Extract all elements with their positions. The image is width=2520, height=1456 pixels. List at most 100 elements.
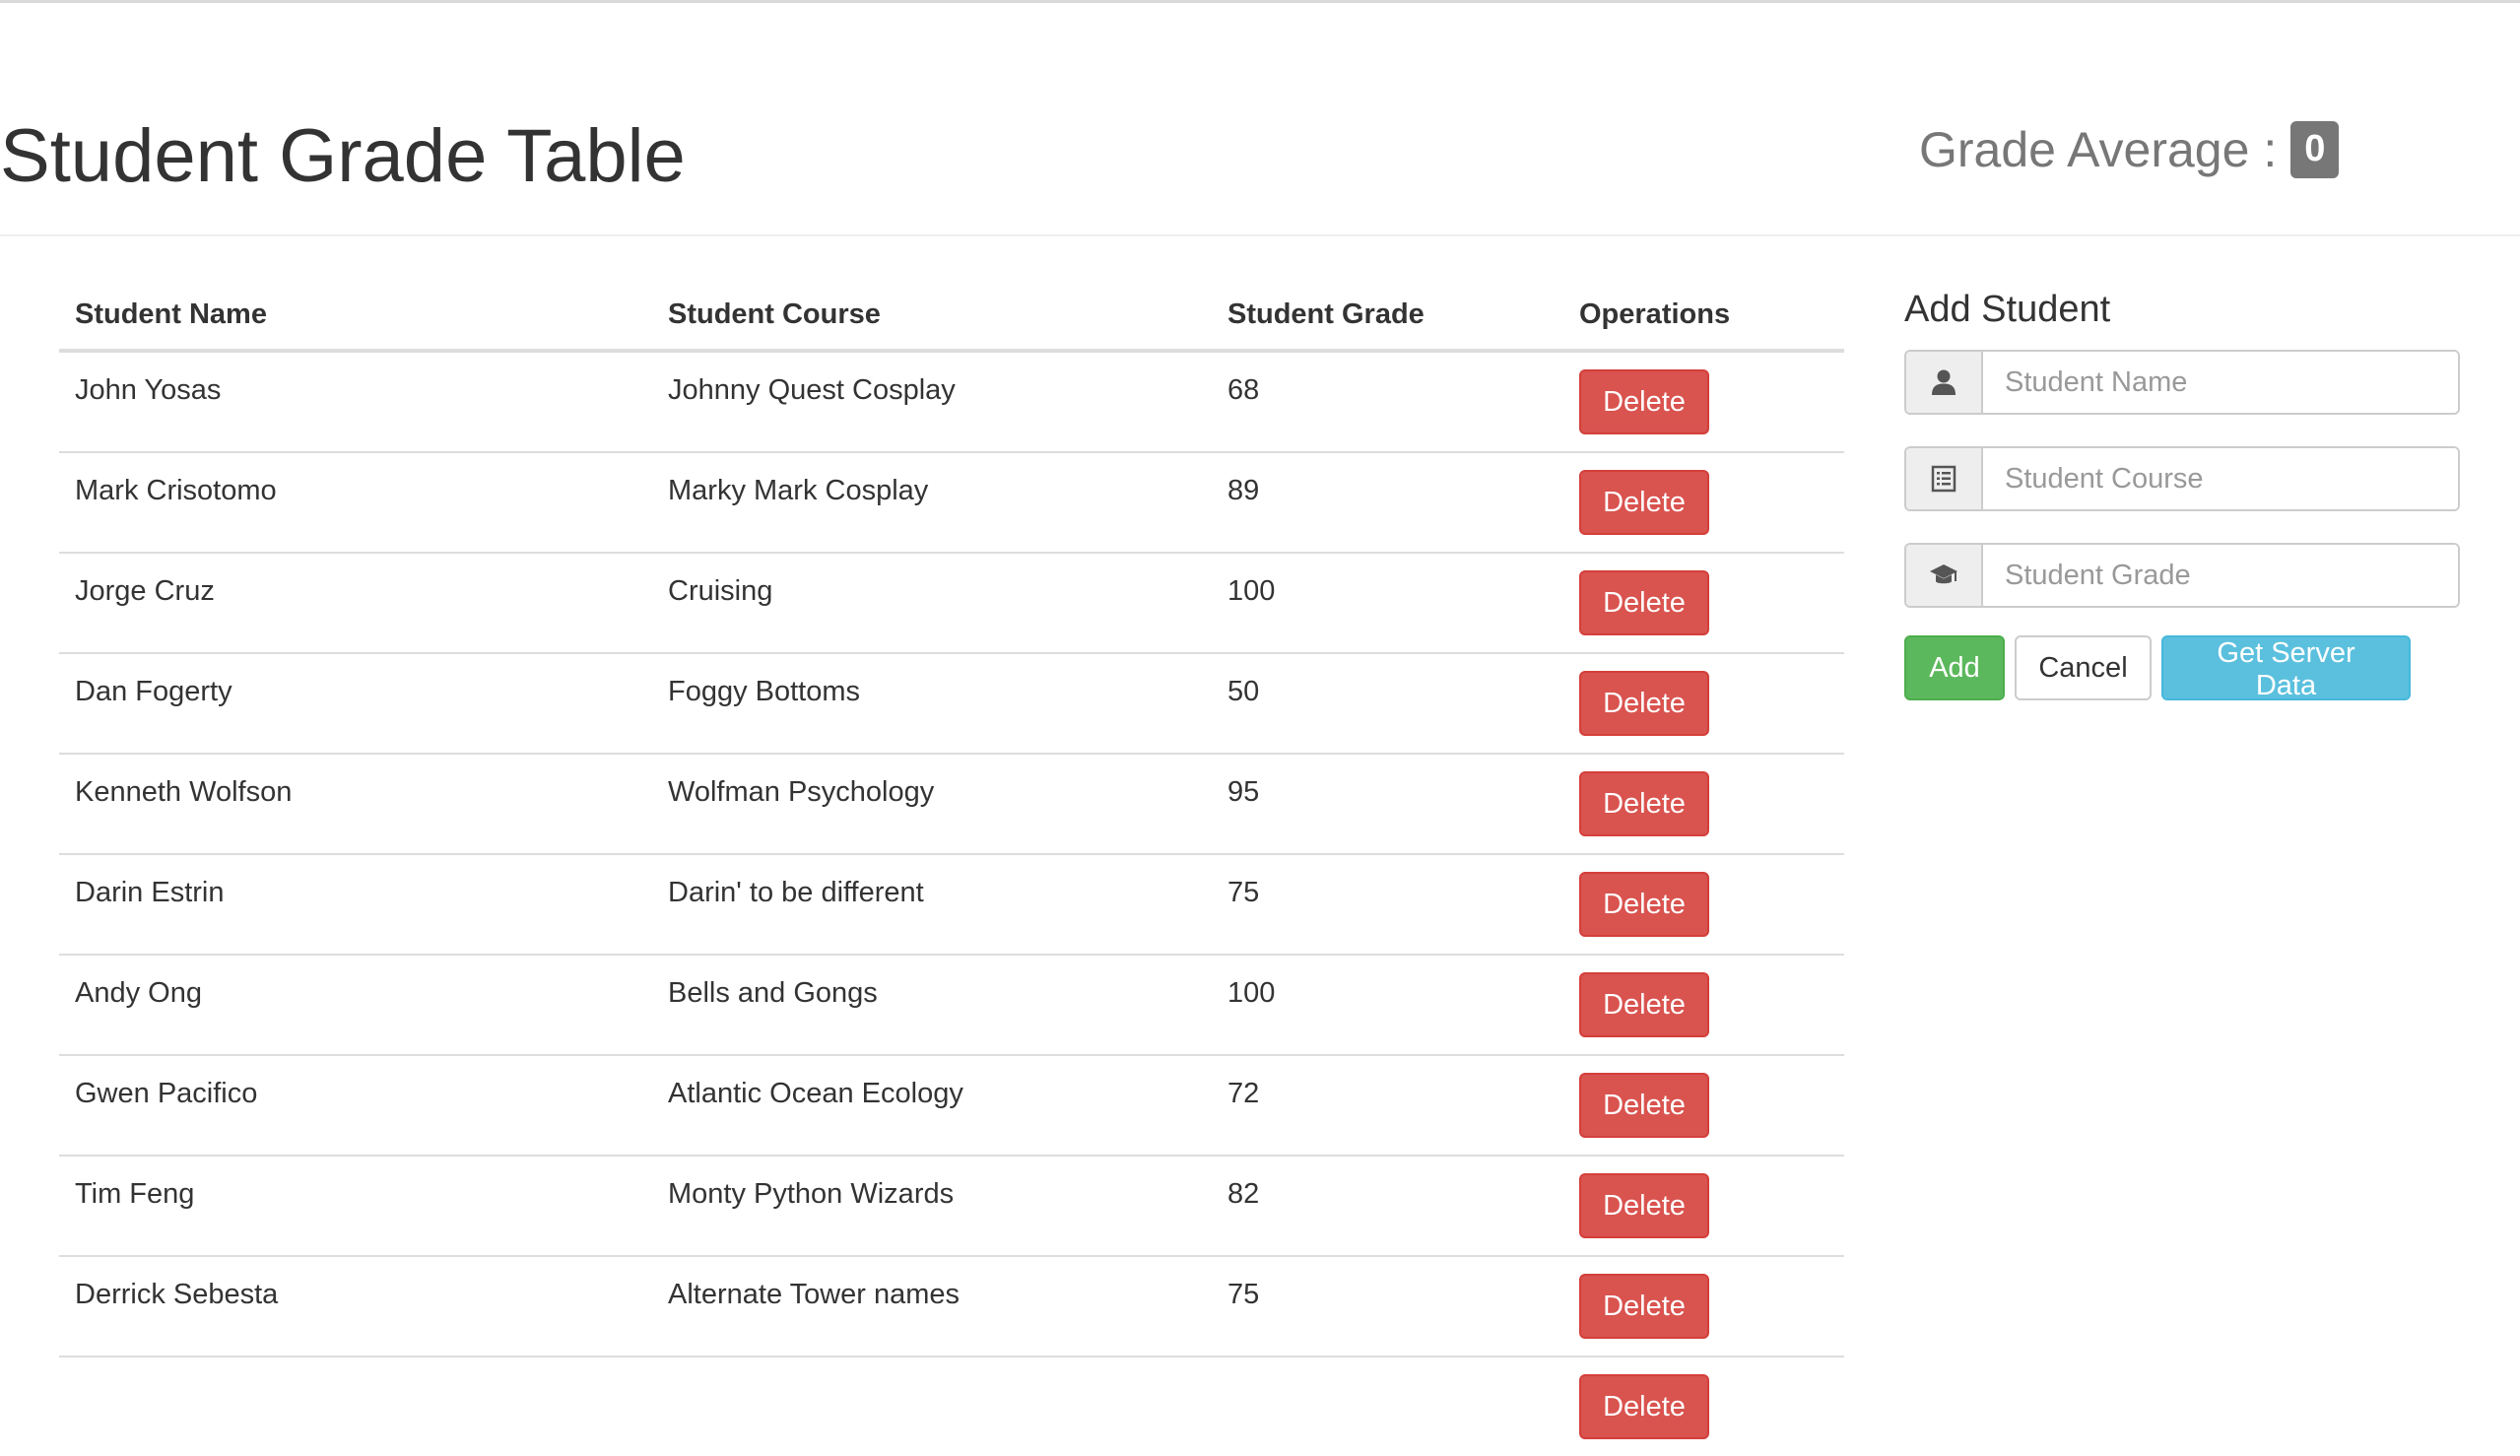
column-header-operations: Operations bbox=[1563, 286, 1844, 353]
table-row: Darin Estrin Darin' to be different 75 Dele… bbox=[59, 853, 1844, 955]
delete-button[interactable]: Delete bbox=[1579, 1374, 1709, 1439]
student-name-group bbox=[1904, 350, 2460, 415]
cell-grade: 50 bbox=[1212, 652, 1563, 754]
cell-name: Gwen Pacifico bbox=[59, 1054, 652, 1156]
student-name: Kenneth Wolfson bbox=[75, 776, 293, 808]
cell-operations: Delete bbox=[1563, 954, 1844, 1055]
student-name: Darin Estrin bbox=[75, 877, 225, 908]
cell-name: Andy Ong bbox=[59, 954, 652, 1055]
student-grade: 100 bbox=[1227, 977, 1276, 1009]
graduation-cap-icon bbox=[1906, 545, 1983, 606]
cell-course: Monty Python Wizards bbox=[652, 1155, 1212, 1256]
student-grade: 89 bbox=[1227, 475, 1260, 506]
column-header-grade: Student Grade bbox=[1212, 286, 1563, 353]
cell-course bbox=[652, 1356, 1212, 1456]
student-course: Johnny Quest Cosplay bbox=[668, 374, 956, 406]
student-grade: 72 bbox=[1227, 1078, 1260, 1109]
delete-button[interactable]: Delete bbox=[1579, 470, 1709, 535]
student-name: Mark Crisotomo bbox=[75, 475, 277, 506]
cell-operations: Delete bbox=[1563, 1356, 1844, 1456]
get-server-data-button[interactable]: Get Server Data bbox=[2161, 635, 2411, 701]
cell-operations: Delete bbox=[1563, 1155, 1844, 1256]
student-name-input[interactable] bbox=[1983, 352, 2458, 413]
student-name: Gwen Pacifico bbox=[75, 1078, 258, 1109]
user-icon bbox=[1906, 352, 1983, 413]
page-title: Student Grade Table bbox=[0, 114, 686, 198]
cancel-button[interactable]: Cancel bbox=[2015, 635, 2152, 700]
student-grade: 100 bbox=[1227, 575, 1276, 607]
student-course: Wolfman Psychology bbox=[668, 776, 935, 808]
cell-name: Darin Estrin bbox=[59, 853, 652, 955]
student-name bbox=[75, 1357, 636, 1379]
cell-name: Tim Feng bbox=[59, 1155, 652, 1256]
student-table-container: Student Name Student Course Student Grad… bbox=[59, 286, 1844, 1456]
student-grade-input[interactable] bbox=[1983, 545, 2458, 606]
student-grade-group bbox=[1904, 543, 2460, 608]
cell-grade: 82 bbox=[1212, 1155, 1563, 1256]
list-icon bbox=[1906, 448, 1983, 509]
student-grade: 75 bbox=[1227, 877, 1260, 908]
cell-grade: 95 bbox=[1212, 753, 1563, 854]
cell-grade: 100 bbox=[1212, 954, 1563, 1055]
cell-operations: Delete bbox=[1563, 853, 1844, 955]
table-row: Mark Crisotomo Marky Mark Cosplay 89 Delete bbox=[59, 451, 1844, 553]
cell-operations: Delete bbox=[1563, 753, 1844, 854]
student-name: Tim Feng bbox=[75, 1178, 195, 1210]
delete-button[interactable]: Delete bbox=[1579, 671, 1709, 736]
student-name: John Yosas bbox=[75, 374, 222, 406]
cell-operations: Delete bbox=[1563, 652, 1844, 754]
cell-course: Wolfman Psychology bbox=[652, 753, 1212, 854]
student-grade: 75 bbox=[1227, 1279, 1260, 1310]
cell-course: Bells and Gongs bbox=[652, 954, 1212, 1055]
table-row: Andy Ong Bells and Gongs 100 Delete bbox=[59, 954, 1844, 1055]
cell-name: Jorge Cruz bbox=[59, 552, 652, 653]
table-row: Tim Feng Monty Python Wizards 82 Delete bbox=[59, 1155, 1844, 1256]
cell-name: Kenneth Wolfson bbox=[59, 753, 652, 854]
cell-name: Derrick Sebesta bbox=[59, 1255, 652, 1357]
cell-operations: Delete bbox=[1563, 1255, 1844, 1357]
grade-average-badge: 0 bbox=[2290, 121, 2340, 178]
add-button[interactable]: Add bbox=[1904, 635, 2005, 700]
cell-grade: 75 bbox=[1212, 853, 1563, 955]
cell-course: Atlantic Ocean Ecology bbox=[652, 1054, 1212, 1156]
add-student-title: Add Student bbox=[1904, 289, 2111, 330]
table-header-row: Student Name Student Course Student Grad… bbox=[59, 286, 1844, 353]
cell-operations: Delete bbox=[1563, 350, 1844, 452]
table-row: Kenneth Wolfson Wolfman Psychology 95 Delet… bbox=[59, 753, 1844, 854]
cell-operations: Delete bbox=[1563, 1054, 1844, 1156]
cell-operations: Delete bbox=[1563, 451, 1844, 553]
column-header-course: Student Course bbox=[652, 286, 1212, 353]
delete-button[interactable]: Delete bbox=[1579, 1173, 1709, 1238]
cell-course: Alternate Tower names bbox=[652, 1255, 1212, 1357]
cell-grade: 89 bbox=[1212, 451, 1563, 553]
table-row: Dan Fogerty Foggy Bottoms 50 Delete bbox=[59, 652, 1844, 754]
delete-button[interactable]: Delete bbox=[1579, 369, 1709, 434]
student-grade: 82 bbox=[1227, 1178, 1260, 1210]
cell-course: Foggy Bottoms bbox=[652, 652, 1212, 754]
cell-operations: Delete bbox=[1563, 552, 1844, 653]
student-course: Alternate Tower names bbox=[668, 1279, 961, 1310]
student-course: Cruising bbox=[668, 575, 773, 607]
student-course-input[interactable] bbox=[1983, 448, 2458, 509]
student-course-group bbox=[1904, 446, 2460, 511]
delete-button[interactable]: Delete bbox=[1579, 872, 1709, 937]
student-name: Jorge Cruz bbox=[75, 575, 215, 607]
student-grade: 95 bbox=[1227, 776, 1260, 808]
cell-name: Mark Crisotomo bbox=[59, 451, 652, 553]
delete-button[interactable]: Delete bbox=[1579, 570, 1709, 635]
grade-average-label: Grade Average : bbox=[1919, 121, 2278, 177]
student-course: Monty Python Wizards bbox=[668, 1178, 955, 1210]
delete-button[interactable]: Delete bbox=[1579, 1073, 1709, 1138]
table-row: Delete bbox=[59, 1356, 1844, 1456]
cell-name bbox=[59, 1356, 652, 1456]
student-course: Foggy Bottoms bbox=[668, 676, 861, 707]
cell-name: Dan Fogerty bbox=[59, 652, 652, 754]
delete-button[interactable]: Delete bbox=[1579, 771, 1709, 836]
cell-course: Darin' to be different bbox=[652, 853, 1212, 955]
student-grade bbox=[1227, 1357, 1548, 1379]
delete-button[interactable]: Delete bbox=[1579, 972, 1709, 1037]
student-course: Marky Mark Cosplay bbox=[668, 475, 929, 506]
student-grade: 68 bbox=[1227, 374, 1260, 406]
delete-button[interactable]: Delete bbox=[1579, 1274, 1709, 1339]
student-table: Student Name Student Course Student Grad… bbox=[59, 286, 1844, 1456]
